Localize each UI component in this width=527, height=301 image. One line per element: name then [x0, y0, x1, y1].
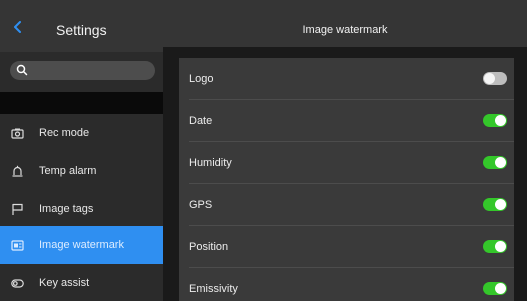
position-toggle[interactable] — [483, 240, 507, 253]
alarm-icon — [12, 165, 23, 177]
sidebar-item-label: Image tags — [39, 203, 94, 215]
sidebar-item-key-assist[interactable]: Key assist — [0, 264, 163, 301]
setting-label: Position — [189, 241, 229, 253]
humidity-toggle[interactable] — [483, 156, 507, 169]
sidebar-item-image-tags[interactable]: Image tags — [0, 190, 163, 228]
back-chevron-icon[interactable] — [13, 21, 22, 33]
key-assist-icon — [11, 279, 24, 288]
page-title: Image watermark — [302, 24, 388, 36]
sidebar-item-label: Key assist — [39, 277, 90, 289]
sidebar-separator — [0, 92, 163, 114]
setting-label: Emissivity — [189, 283, 238, 295]
content-header: Image watermark — [163, 0, 527, 47]
camera-icon — [11, 128, 24, 139]
sidebar-item-rec-mode[interactable]: Rec mode — [0, 114, 163, 152]
sidebar-item-temp-alarm[interactable]: Temp alarm — [0, 152, 163, 190]
watermark-settings-list: Logo Date Humidity GPS Position Emissivi… — [179, 58, 514, 301]
setting-row-gps: GPS — [179, 184, 514, 226]
sidebar-item-label: Temp alarm — [39, 165, 97, 177]
setting-label: Humidity — [189, 157, 232, 169]
sidebar-title: Settings — [56, 22, 107, 38]
toggle-knob — [495, 283, 506, 294]
setting-row-humidity: Humidity — [179, 142, 514, 184]
sidebar-item-label: Image watermark — [39, 239, 124, 251]
setting-row-emissivity: Emissivity — [179, 268, 514, 301]
toggle-knob — [495, 241, 506, 252]
content-pane: Image watermark Logo Date Humidity GPS P… — [163, 0, 527, 301]
emissivity-toggle[interactable] — [483, 282, 507, 295]
setting-label: Logo — [189, 73, 214, 85]
search-input[interactable] — [10, 61, 155, 80]
setting-label: Date — [189, 115, 213, 127]
toggle-knob — [495, 115, 506, 126]
gps-toggle[interactable] — [483, 198, 507, 211]
date-toggle[interactable] — [483, 114, 507, 127]
search-icon — [16, 64, 28, 76]
toggle-knob — [484, 73, 495, 84]
logo-toggle[interactable] — [483, 72, 507, 85]
watermark-icon — [11, 240, 24, 251]
sidebar-item-label: Rec mode — [39, 127, 90, 139]
toggle-knob — [495, 199, 506, 210]
setting-label: GPS — [189, 199, 213, 211]
sidebar-item-image-watermark[interactable]: Image watermark — [0, 226, 163, 264]
flag-icon — [12, 203, 23, 215]
setting-row-position: Position — [179, 226, 514, 268]
settings-sidebar: Settings Rec mode Temp alarm Image tags — [0, 0, 163, 301]
sidebar-header: Settings — [0, 0, 163, 52]
setting-row-logo: Logo — [179, 58, 514, 100]
setting-row-date: Date — [179, 100, 514, 142]
toggle-knob — [495, 157, 506, 168]
